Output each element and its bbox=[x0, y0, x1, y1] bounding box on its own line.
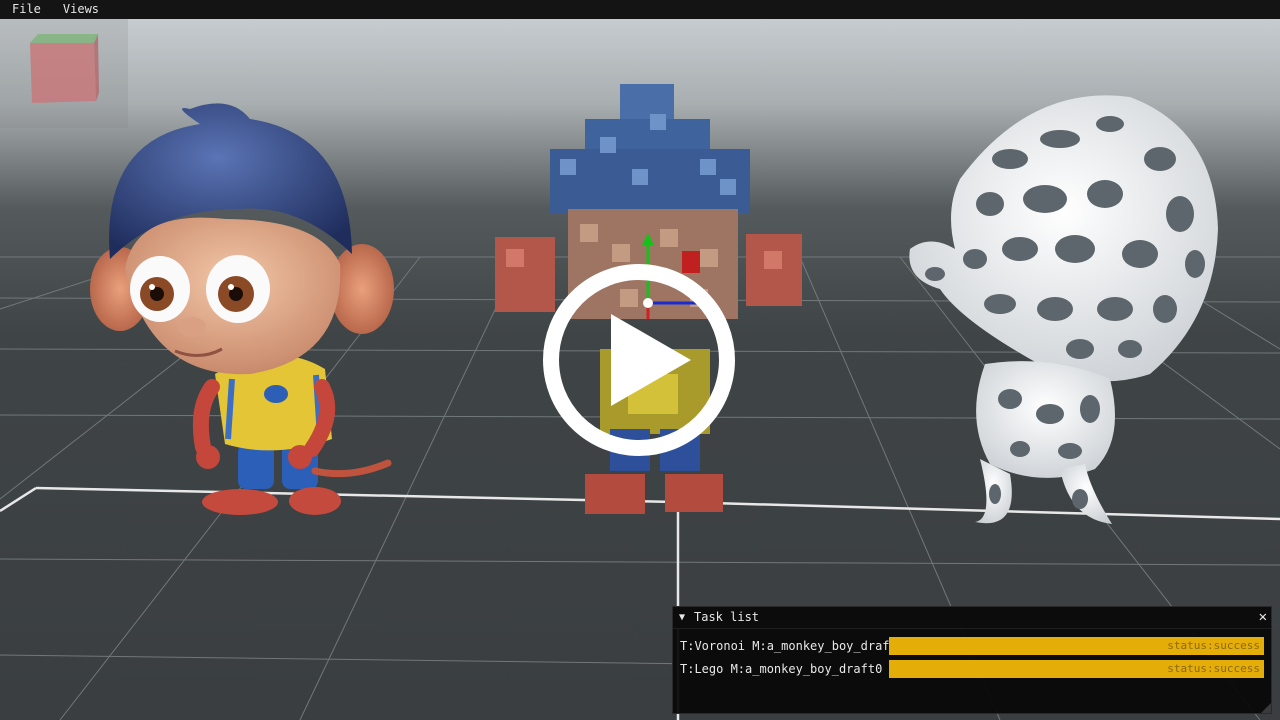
task-list-titlebar[interactable]: ▼ Task list ✕ bbox=[673, 607, 1271, 629]
task-list-title: Task list bbox=[694, 610, 760, 624]
view-orientation-gizmo[interactable] bbox=[0, 19, 128, 128]
task-label: T:Voronoi M:a_monkey_boy_draf bbox=[680, 639, 890, 653]
task-progress-bar: status:success bbox=[889, 637, 1264, 655]
menu-views[interactable]: Views bbox=[56, 0, 106, 19]
task-status: status:success bbox=[1167, 639, 1260, 652]
task-row: T:Lego M:a_monkey_boy_draft0 status:succ… bbox=[680, 660, 1264, 680]
menu-bar: File Views bbox=[0, 0, 1280, 19]
collapse-triangle-icon[interactable]: ▼ bbox=[679, 607, 685, 628]
task-list-panel: ▼ Task list ✕ T:Voronoi M:a_monkey_boy_d… bbox=[672, 606, 1272, 714]
resize-grip[interactable] bbox=[1261, 703, 1271, 713]
menu-file[interactable]: File bbox=[0, 0, 56, 19]
task-row: T:Voronoi M:a_monkey_boy_draf status:suc… bbox=[680, 637, 1264, 657]
play-button[interactable] bbox=[541, 262, 737, 458]
task-progress-bar: status:success bbox=[889, 660, 1264, 678]
close-icon[interactable]: ✕ bbox=[1259, 607, 1267, 628]
task-label: T:Lego M:a_monkey_boy_draft0 bbox=[680, 662, 883, 676]
task-status: status:success bbox=[1167, 662, 1260, 675]
play-icon bbox=[543, 264, 735, 456]
